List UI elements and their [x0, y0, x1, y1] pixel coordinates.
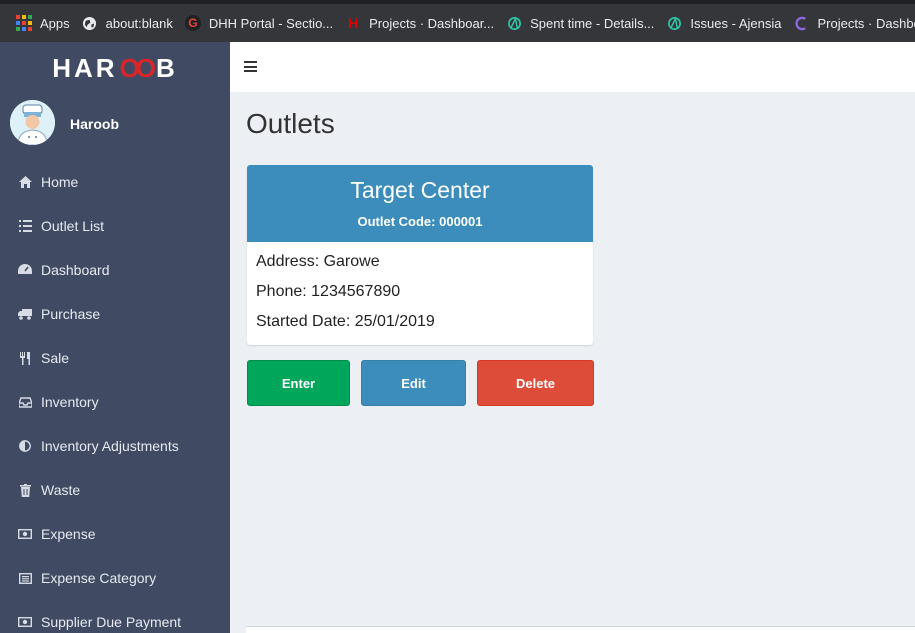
outlet-card: Target Center Outlet Code: 000001 Addres… — [247, 165, 593, 345]
outlet-card-body: Address: Garowe Phone: 1234567890 Starte… — [247, 242, 593, 345]
bookmark-about-blank[interactable]: about:blank — [78, 9, 181, 37]
outlet-address: Address: Garowe — [256, 253, 380, 270]
bookmark-apps[interactable]: Apps — [12, 9, 78, 37]
edit-button[interactable]: Edit — [361, 360, 466, 406]
sidebar-item-expense-category[interactable]: Expense Category — [0, 556, 230, 600]
bookmark-spent-time[interactable]: Spent time - Details... — [502, 9, 662, 37]
trash-icon — [18, 483, 32, 497]
bookmark-label: Spent time - Details... — [530, 15, 655, 31]
outlet-name: Target Center — [350, 177, 490, 203]
outlet-code: Outlet Code: 000001 — [357, 214, 483, 229]
list-icon — [18, 219, 32, 233]
bookmark-label: DHH Portal - Sectio... — [208, 15, 334, 31]
sidebar-item-label: Supplier Due Payment — [41, 614, 182, 630]
sidebar-item-sale[interactable]: Sale — [0, 336, 230, 380]
bookmark-label: Projects · Dashboar... — [817, 15, 915, 31]
g-logo-icon: G — [184, 15, 201, 31]
brand-text-part1: HAR — [52, 52, 118, 83]
sidebar-item-label: Dashboard — [41, 262, 110, 278]
bookmark-label: Issues - Ajensia — [690, 15, 782, 31]
money-icon — [18, 615, 32, 629]
outlet-phone: Phone: 1234567890 — [256, 283, 401, 300]
c-logo-icon — [793, 15, 809, 31]
brand-text-part2: OO — [119, 52, 157, 83]
sidebar-item-label: Waste — [41, 482, 81, 498]
home-icon — [18, 175, 32, 189]
sidebar-menu: Home Outlet List Dashboard Purchase Sale… — [0, 160, 230, 633]
bookmark-projects-1[interactable]: H Projects · Dashboar... — [341, 9, 502, 37]
page-title: Outlets — [246, 108, 335, 139]
adjust-icon — [18, 439, 32, 453]
footer — [246, 626, 915, 633]
apps-grid-icon — [16, 15, 32, 31]
sidebar-item-label: Purchase — [41, 306, 101, 322]
sidebar-item-purchase[interactable]: Purchase — [0, 292, 230, 336]
sidebar-item-label: Home — [41, 174, 79, 190]
enter-button[interactable]: Enter — [247, 360, 350, 406]
bookmark-label: Apps — [40, 15, 70, 31]
sidebar-item-inventory-adjustments[interactable]: Inventory Adjustments — [0, 424, 230, 468]
sidebar-item-label: Sale — [41, 350, 70, 366]
bookmark-label: about:blank — [105, 15, 173, 31]
outlet-started-date: Started Date: 25/01/2019 — [256, 313, 435, 330]
bookmark-projects-2[interactable]: Projects · Dashboar... — [789, 9, 915, 37]
inbox-icon — [18, 395, 32, 409]
top-header — [230, 42, 915, 92]
outlet-card-header: Target Center Outlet Code: 000001 — [247, 165, 593, 242]
delete-button[interactable]: Delete — [477, 360, 594, 406]
sidebar-item-waste[interactable]: Waste — [0, 468, 230, 512]
sidebar-item-label: Expense — [41, 526, 96, 542]
brand-text-part3: B — [156, 52, 178, 83]
bookmark-dhh-portal[interactable]: G DHH Portal - Sectio... — [181, 9, 341, 37]
brand-logo[interactable]: HAR OO B — [0, 42, 230, 94]
sidebar-item-label: Inventory Adjustments — [41, 438, 179, 454]
user-name: Haroob — [70, 116, 119, 132]
avatar — [10, 100, 55, 145]
sidebar-item-supplier-due-payment[interactable]: Supplier Due Payment — [0, 600, 230, 633]
bookmark-label: Projects · Dashboar... — [369, 15, 495, 31]
ajensia-icon — [506, 15, 522, 31]
sidebar-item-label: Inventory — [41, 394, 99, 410]
h-logo-icon: H — [348, 15, 359, 31]
sidebar-item-inventory[interactable]: Inventory — [0, 380, 230, 424]
sidebar-item-label: Outlet List — [41, 218, 105, 234]
menu-toggle-icon[interactable] — [244, 61, 257, 72]
ajensia-icon — [666, 15, 682, 31]
list-alt-icon — [18, 571, 32, 585]
user-panel: Haroob — [0, 94, 230, 160]
chef-avatar-icon — [10, 100, 55, 145]
sidebar-item-label: Expense Category — [41, 570, 157, 586]
cutlery-icon — [18, 351, 32, 365]
sidebar: HAR OO B Haroob Home Outlet List Dashboard — [0, 42, 230, 633]
truck-icon — [18, 307, 32, 321]
globe-icon — [82, 15, 98, 31]
bookmarks-bar: Apps about:blank G DHH Portal - Sectio..… — [0, 0, 915, 42]
main-content: Outlets Target Center Outlet Code: 00000… — [230, 92, 915, 633]
money-icon — [18, 527, 32, 541]
sidebar-item-outlet-list[interactable]: Outlet List — [0, 204, 230, 248]
sidebar-item-dashboard[interactable]: Dashboard — [0, 248, 230, 292]
bookmark-issues[interactable]: Issues - Ajensia — [662, 9, 789, 37]
dashboard-icon — [18, 263, 32, 277]
sidebar-item-home[interactable]: Home — [0, 160, 230, 204]
sidebar-item-expense[interactable]: Expense — [0, 512, 230, 556]
